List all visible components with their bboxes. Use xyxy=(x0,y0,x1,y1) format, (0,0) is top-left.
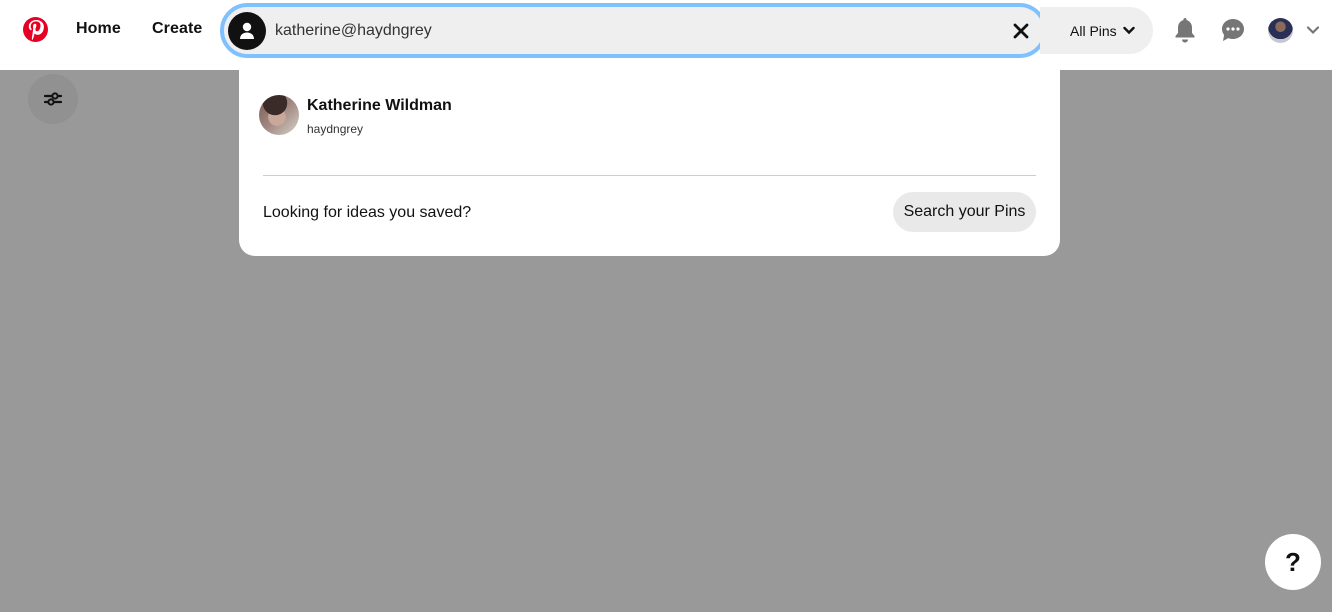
question-mark-icon: ? xyxy=(1285,546,1301,577)
sliders-icon xyxy=(44,92,62,106)
search-scope-dropdown[interactable]: All Pins xyxy=(1040,7,1153,54)
user-icon xyxy=(228,12,266,50)
user-result-item[interactable]: Katherine Wildman haydngrey xyxy=(255,91,1035,139)
profile-avatar[interactable] xyxy=(1268,18,1293,43)
saved-ideas-prompt: Looking for ideas you saved? xyxy=(263,204,472,221)
top-nav-bar: Home Create All Pins xyxy=(0,0,1332,70)
close-icon[interactable] xyxy=(1009,19,1033,43)
search-scope-label: All Pins xyxy=(1070,22,1117,39)
user-result-name: Katherine Wildman xyxy=(307,97,452,114)
pinterest-logo-icon[interactable] xyxy=(23,17,48,42)
user-result-username: haydngrey xyxy=(307,122,364,136)
user-result-avatar xyxy=(259,95,299,135)
divider xyxy=(263,175,1036,176)
search-bar xyxy=(220,3,1047,58)
account-menu-chevron-icon[interactable] xyxy=(1306,22,1324,40)
bell-icon xyxy=(1175,18,1195,43)
notifications-button[interactable] xyxy=(1169,14,1201,46)
filters-button[interactable] xyxy=(28,74,78,124)
messages-button[interactable] xyxy=(1217,14,1249,46)
search-your-pins-button[interactable]: Search your Pins xyxy=(893,192,1036,232)
nav-home-link[interactable]: Home xyxy=(76,20,121,38)
chevron-down-icon xyxy=(1122,26,1135,35)
chat-icon xyxy=(1222,19,1244,41)
nav-create-link[interactable]: Create xyxy=(152,20,202,38)
help-button[interactable]: ? xyxy=(1265,534,1321,590)
search-input[interactable] xyxy=(275,20,975,42)
search-suggestions-dropdown: Katherine Wildman haydngrey Looking for … xyxy=(239,70,1060,256)
